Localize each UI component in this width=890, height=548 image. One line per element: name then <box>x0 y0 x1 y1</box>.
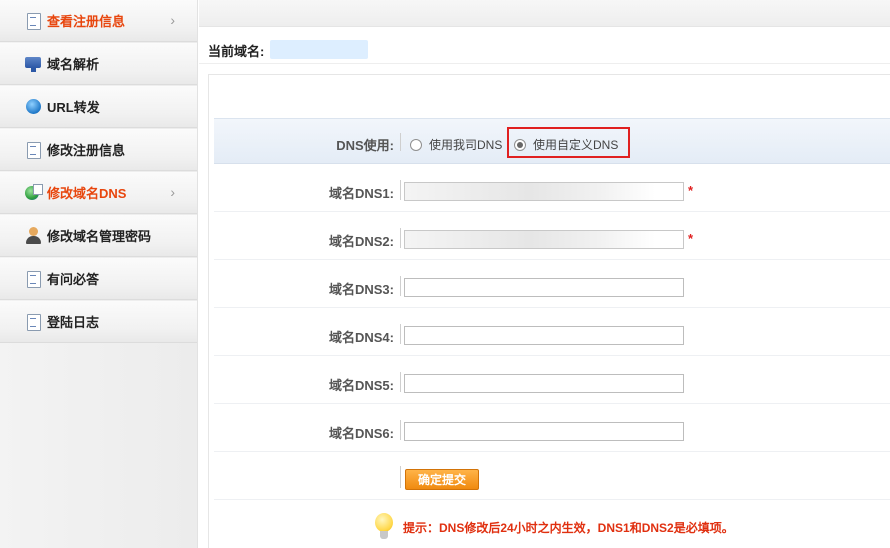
chevron-right-icon: › <box>170 184 175 200</box>
network-icon <box>25 55 42 72</box>
sidebar-item-label: 域名解析 <box>47 57 100 72</box>
lightbulb-icon <box>374 513 394 541</box>
dns6-label: 域名DNS6: <box>328 426 394 441</box>
sidebar-item-label: 查看注册信息 <box>47 14 126 29</box>
sidebar-item-label: 修改域名管理密码 <box>47 229 152 244</box>
row-separator <box>400 420 401 440</box>
row-separator <box>400 466 401 488</box>
dns4-label: 域名DNS4: <box>328 330 394 345</box>
sidebar-item-label: 修改域名DNS <box>47 186 127 201</box>
dns5-input[interactable] <box>404 374 684 393</box>
current-domain-value <box>270 40 368 59</box>
dns3-label: 域名DNS3: <box>328 282 394 297</box>
dns6-input[interactable] <box>404 422 684 441</box>
dns-use-label: DNS使用: <box>336 138 394 153</box>
row-separator <box>400 133 401 151</box>
sidebar-item-edit-dns[interactable]: 修改域名DNS › <box>0 172 197 214</box>
sidebar: 查看注册信息 › 域名解析 URL转发 修改注册信息 修改域名DNS › 修改域… <box>0 0 198 548</box>
document-icon <box>25 313 42 331</box>
sidebar-item-domain-resolution[interactable]: 域名解析 <box>0 43 197 85</box>
tip-text: 提示：DNS修改后24小时之内生效，DNS1和DNS2是必填项。 <box>403 521 734 535</box>
globe-icon <box>25 98 42 115</box>
radio-use-our-dns[interactable]: 使用我司DNS <box>410 136 502 153</box>
user-icon <box>25 227 42 244</box>
submit-row <box>214 452 890 500</box>
row-separator <box>400 324 401 344</box>
sidebar-item-label: 修改注册信息 <box>47 143 126 158</box>
divider <box>199 63 890 64</box>
dns1-label: 域名DNS1: <box>328 186 394 201</box>
sidebar-item-edit-registration[interactable]: 修改注册信息 <box>0 129 197 171</box>
sidebar-item-login-log[interactable]: 登陆日志 <box>0 301 197 343</box>
sidebar-item-faq[interactable]: 有问必答 <box>0 258 197 300</box>
row-separator <box>400 276 401 296</box>
top-bar <box>199 0 890 27</box>
row-separator <box>400 180 401 200</box>
current-domain-label: 当前域名: <box>208 44 265 59</box>
sidebar-item-label: URL转发 <box>47 100 100 115</box>
radio-label: 使用我司DNS <box>429 138 503 152</box>
sidebar-item-view-registration[interactable]: 查看注册信息 › <box>0 0 197 42</box>
sidebar-item-label: 登陆日志 <box>47 315 100 330</box>
row-separator <box>400 372 401 392</box>
row-separator <box>400 228 401 248</box>
highlight-annotation <box>507 127 630 158</box>
submit-button[interactable]: 确定提交 <box>405 469 479 490</box>
dns1-input[interactable] <box>404 182 684 201</box>
sidebar-item-url-forward[interactable]: URL转发 <box>0 86 197 128</box>
document-edit-icon <box>25 141 42 159</box>
required-marker: * <box>688 231 694 246</box>
radio-button-icon[interactable] <box>410 138 422 151</box>
document-icon <box>25 12 42 30</box>
sidebar-item-label: 有问必答 <box>47 272 100 287</box>
dns4-input[interactable] <box>404 326 684 345</box>
chevron-right-icon: › <box>170 12 175 28</box>
globe-dns-icon <box>25 184 43 201</box>
dns5-label: 域名DNS5: <box>328 378 394 393</box>
dns2-input[interactable] <box>404 230 684 249</box>
required-marker: * <box>688 183 694 198</box>
sidebar-item-edit-password[interactable]: 修改域名管理密码 <box>0 215 197 257</box>
dns2-label: 域名DNS2: <box>328 234 394 249</box>
dns3-input[interactable] <box>404 278 684 297</box>
page: 查看注册信息 › 域名解析 URL转发 修改注册信息 修改域名DNS › 修改域… <box>0 0 890 548</box>
document-icon <box>25 270 42 288</box>
